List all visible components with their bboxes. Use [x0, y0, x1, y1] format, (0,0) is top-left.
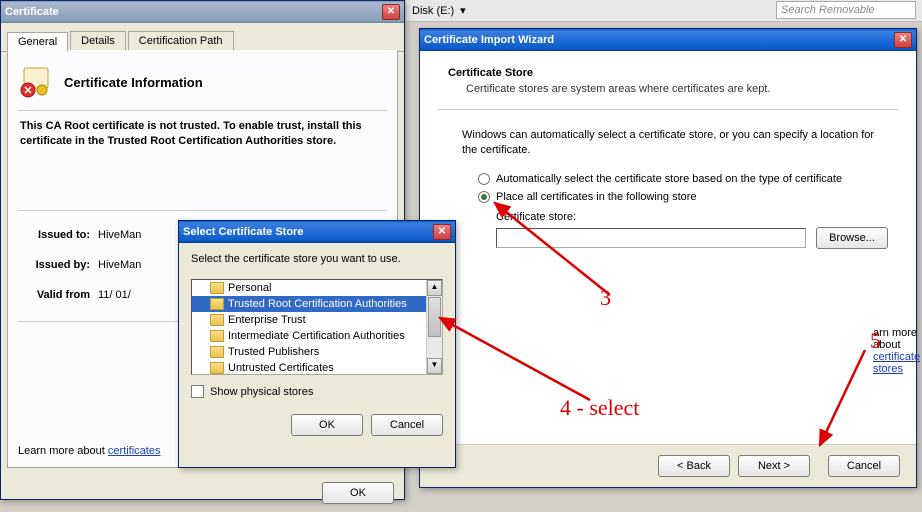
svg-text:✕: ✕: [23, 85, 32, 97]
tree-item-untrusted[interactable]: Untrusted Certificates: [192, 360, 426, 374]
cert-warning-text: This CA Root certificate is not trusted.…: [20, 119, 381, 150]
wizard-title: Certificate Import Wizard: [424, 34, 554, 46]
dropdown-icon[interactable]: ▾: [460, 4, 466, 17]
select-store-dialog: Select Certificate Store ✕ Select the ce…: [178, 220, 456, 468]
tree-item-trusted-publishers[interactable]: Trusted Publishers: [192, 344, 426, 360]
browse-button[interactable]: Browse...: [816, 227, 888, 249]
valid-from-label: Valid from: [18, 289, 98, 301]
wizard-titlebar[interactable]: Certificate Import Wizard ✕: [420, 29, 916, 51]
wizard-section-desc: Certificate stores are system areas wher…: [466, 83, 888, 95]
import-wizard-window: Certificate Import Wizard ✕ Certificate …: [419, 28, 917, 488]
cancel-button[interactable]: Cancel: [828, 455, 900, 477]
learn-more-prefix: Learn more about: [18, 445, 108, 457]
wizard-section-title: Certificate Store: [448, 67, 888, 79]
certificate-titlebar[interactable]: Certificate ✕: [1, 1, 404, 23]
wizard-body: Certificate Store Certificate stores are…: [420, 51, 916, 445]
show-physical-label[interactable]: Show physical stores: [210, 386, 313, 398]
scroll-thumb[interactable]: [428, 297, 441, 337]
certificate-stores-link[interactable]: certificate stores: [873, 351, 920, 375]
issued-by-label: Issued by:: [18, 259, 98, 271]
window-title: Certificate: [5, 6, 59, 18]
learn-prefix: arn more about: [873, 327, 917, 351]
issued-by-value: HiveMan: [98, 259, 141, 271]
radio-place-all[interactable]: [478, 191, 490, 203]
valid-from-value: 11/ 01/: [98, 289, 131, 301]
store-label: Certificate store:: [496, 211, 888, 223]
scroll-up-icon[interactable]: ▲: [427, 280, 442, 296]
tab-general[interactable]: General: [7, 32, 68, 52]
folder-icon: [210, 298, 224, 310]
back-button[interactable]: < Back: [658, 455, 730, 477]
select-store-title: Select Certificate Store: [183, 226, 303, 238]
select-store-prompt: Select the certificate store you want to…: [191, 253, 443, 265]
close-icon[interactable]: ✕: [894, 32, 912, 48]
certificates-link[interactable]: certificates: [108, 445, 161, 457]
select-store-titlebar[interactable]: Select Certificate Store ✕: [179, 221, 455, 243]
cert-info-heading: Certificate Information: [64, 75, 203, 90]
tab-certification-path[interactable]: Certification Path: [128, 31, 234, 51]
search-box[interactable]: Search Removable: [776, 1, 916, 19]
tree-item-enterprise-trust[interactable]: Enterprise Trust: [192, 312, 426, 328]
folder-icon: [210, 362, 224, 374]
wizard-intro: Windows can automatically select a certi…: [462, 128, 888, 159]
tree-item-intermediate[interactable]: Intermediate Certification Authorities: [192, 328, 426, 344]
tree-scrollbar[interactable]: ▲ ▼: [426, 280, 442, 374]
folder-icon: [210, 346, 224, 358]
issued-to-value: HiveMan: [98, 229, 141, 241]
tab-details[interactable]: Details: [70, 31, 126, 51]
close-icon[interactable]: ✕: [433, 224, 451, 240]
next-button[interactable]: Next >: [738, 455, 810, 477]
cert-ok-button[interactable]: OK: [322, 482, 394, 504]
certificate-store-input[interactable]: [496, 228, 806, 248]
show-physical-checkbox[interactable]: [191, 385, 204, 398]
certificate-warning-icon: ✕: [18, 64, 54, 100]
disk-label: Disk (E:): [412, 5, 454, 17]
folder-icon: [210, 314, 224, 326]
radio-place-label[interactable]: Place all certificates in the following …: [496, 191, 697, 203]
radio-auto-label[interactable]: Automatically select the certificate sto…: [496, 173, 842, 185]
wizard-footer: < Back Next > Cancel: [420, 445, 916, 487]
select-store-cancel-button[interactable]: Cancel: [371, 414, 443, 436]
issued-to-label: Issued to:: [18, 229, 98, 241]
cert-tabs: General Details Certification Path: [1, 25, 404, 52]
certificate-store-tree[interactable]: Personal Trusted Root Certification Auth…: [191, 279, 443, 375]
close-icon[interactable]: ✕: [382, 4, 400, 20]
radio-auto-select[interactable]: [478, 173, 490, 185]
tree-item-trusted-root[interactable]: Trusted Root Certification Authorities: [192, 296, 426, 312]
cert-button-row: OK: [1, 474, 404, 512]
search-placeholder: Search Removable: [781, 4, 875, 16]
select-store-ok-button[interactable]: OK: [291, 414, 363, 436]
scroll-down-icon[interactable]: ▼: [427, 358, 442, 374]
folder-icon: [210, 282, 224, 294]
tree-item-personal[interactable]: Personal: [192, 280, 426, 296]
folder-icon: [210, 330, 224, 342]
